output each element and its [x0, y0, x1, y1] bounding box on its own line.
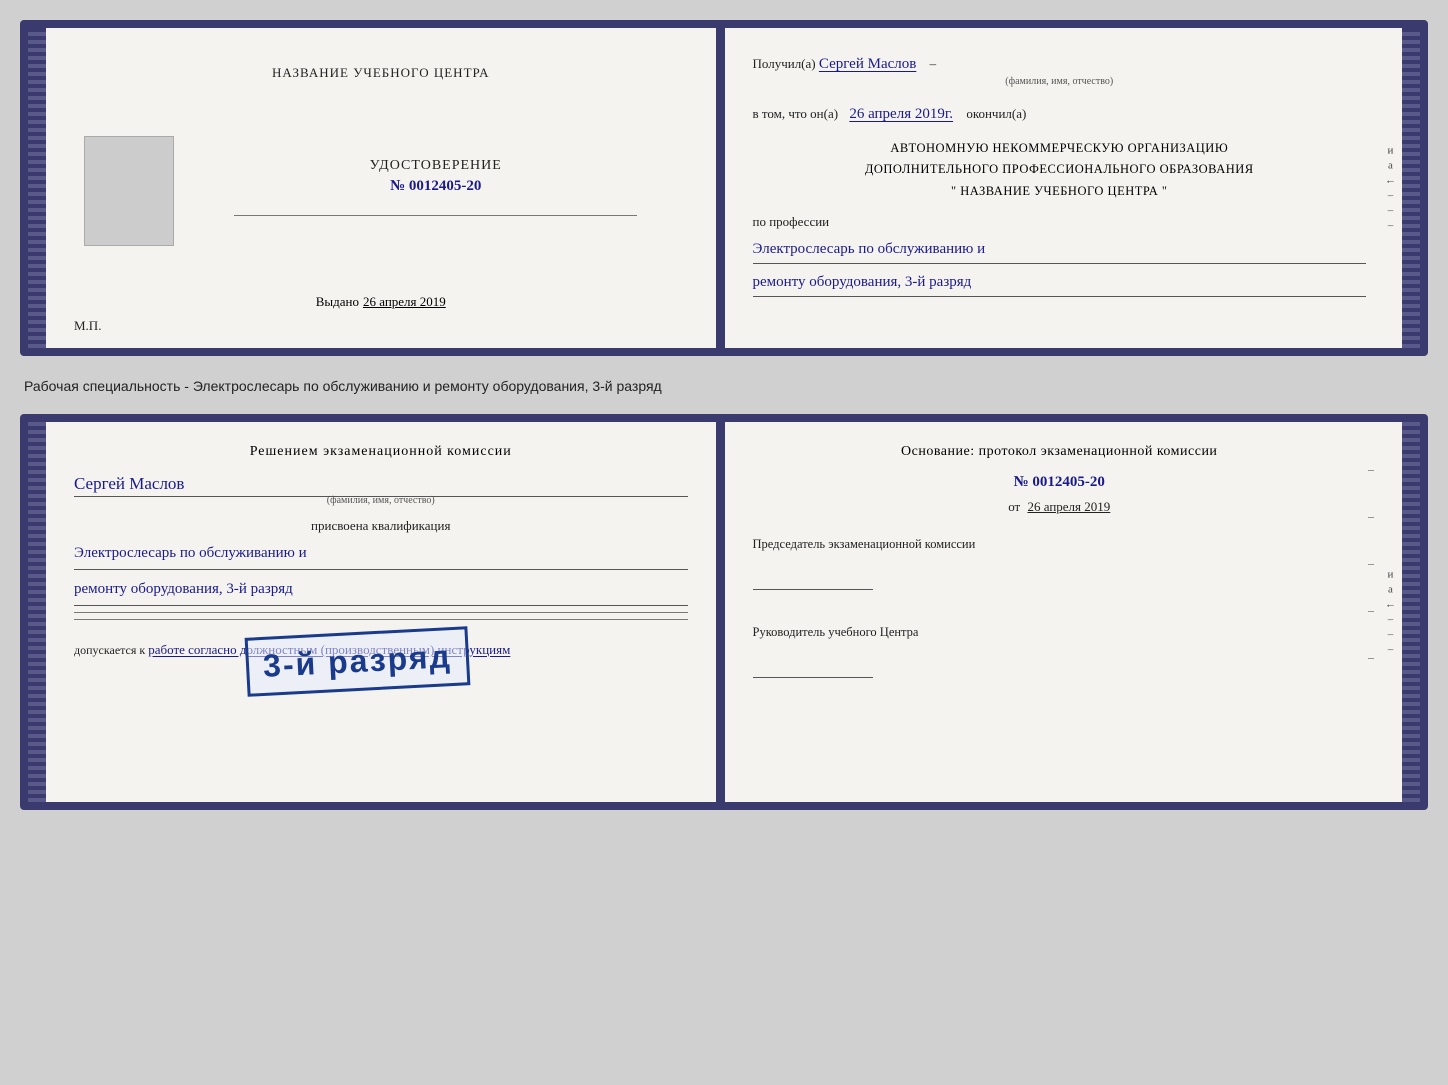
qualification-line2: ремонту оборудования, 3-й разряд [74, 576, 688, 606]
bottom-document-card: Решением экзаменационной комиссии Сергей… [20, 414, 1428, 810]
vtom-label: в том, что он(а) [753, 106, 839, 121]
photo-placeholder [84, 136, 174, 246]
resheniem-title: Решением экзаменационной комиссии [74, 444, 688, 460]
top-card-right-panel: Получил(а) Сергей Маслов – (фамилия, имя… [725, 28, 1403, 348]
protocol-date-value: 26 апреля 2019 [1027, 499, 1110, 514]
bottom-left-panel: Решением экзаменационной комиссии Сергей… [46, 422, 719, 802]
profession-line1: Электрослесарь по обслуживанию и [753, 237, 1367, 264]
right-dashes: – – – – – [1368, 462, 1374, 665]
udostoverenie-number: № 0012405-20 [390, 178, 481, 195]
between-label: Рабочая специальность - Электрослесарь п… [20, 374, 1428, 396]
bottom-right-binding [1402, 422, 1420, 802]
stamp-text: 3-й разряд [262, 638, 452, 685]
right-strip-labels: и а ← – – – [1385, 145, 1396, 232]
predsedatel-block: Председатель экзаменационной комиссии [753, 535, 1367, 599]
bottom-person-name: Сергей Маслов [74, 474, 688, 497]
bottom-left-binding [28, 422, 46, 802]
poluchil-label: Получил(а) [753, 56, 816, 71]
right-binding-strip [1402, 28, 1420, 348]
bottom-right-panel: Основание: протокол экзаменационной коми… [725, 422, 1403, 802]
org-name: " НАЗВАНИЕ УЧЕБНОГО ЦЕНТРА " [753, 181, 1367, 202]
poluchil-line: Получил(а) Сергей Маслов – (фамилия, имя… [753, 52, 1367, 90]
page-wrapper: НАЗВАНИЕ УЧЕБНОГО ЦЕНТРА УДОСТОВЕРЕНИЕ №… [20, 20, 1428, 810]
profession-block: по профессии Электрослесарь по обслужива… [753, 212, 1367, 297]
vydano-label: Выдано [316, 294, 359, 309]
top-card-left-panel: НАЗВАНИЕ УЧЕБНОГО ЦЕНТРА УДОСТОВЕРЕНИЕ №… [46, 28, 719, 348]
protocol-number: № 0012405-20 [753, 474, 1367, 491]
org-block: АВТОНОМНУЮ НЕКОММЕРЧЕСКУЮ ОРГАНИЗАЦИЮ ДО… [753, 138, 1367, 202]
org-line2: ДОПОЛНИТЕЛЬНОГО ПРОФЕССИОНАЛЬНОГО ОБРАЗО… [753, 159, 1367, 180]
fio-label: (фамилия, имя, отчество) [753, 74, 1367, 90]
mp-label: М.П. [74, 318, 101, 334]
top-left-center-title: НАЗВАНИЕ УЧЕБНОГО ЦЕНТРА [272, 65, 489, 81]
predsedatel-signature-line [753, 572, 873, 590]
rukovoditel-signature-line [753, 660, 873, 678]
vydano-date: 26 апреля 2019 [363, 294, 446, 309]
recipient-name: Сергей Маслов [819, 56, 916, 72]
bottom-right-strip-labels: и а ← – – – [1385, 569, 1396, 656]
stamp: 3-й разряд [245, 626, 471, 697]
osnov-label: Основание: протокол экзаменационной коми… [753, 444, 1367, 460]
bottom-fio-label: (фамилия, имя, отчество) [74, 495, 688, 506]
rukovoditel-block: Руководитель учебного Центра [753, 623, 1367, 687]
dopuskaetsya-label: допускается к [74, 643, 145, 657]
left-binding-strip [28, 28, 46, 348]
udostoverenie-section: УДОСТОВЕРЕНИЕ № 0012405-20 [184, 126, 688, 256]
okonchil-label: окончил(а) [966, 106, 1026, 121]
prisvoena-label: присвоена квалификация [74, 518, 688, 534]
org-line1: АВТОНОМНУЮ НЕКОММЕРЧЕСКУЮ ОРГАНИЗАЦИЮ [753, 138, 1367, 159]
rukovoditel-label: Руководитель учебного Центра [753, 623, 1367, 642]
udostoverenie-title: УДОСТОВЕРЕНИЕ [370, 158, 502, 174]
bottom-person-block: Сергей Маслов (фамилия, имя, отчество) [74, 474, 688, 506]
profession-line2: ремонту оборудования, 3-й разряд [753, 270, 1367, 297]
qualification-line1: Электрослесарь по обслуживанию и [74, 540, 688, 570]
po-professii-label: по профессии [753, 212, 1367, 233]
date-completed: 26 апреля 2019г. [849, 106, 953, 122]
top-document-card: НАЗВАНИЕ УЧЕБНОГО ЦЕНТРА УДОСТОВЕРЕНИЕ №… [20, 20, 1428, 356]
ot-label: от [1008, 499, 1020, 514]
vtom-line: в том, что он(а) 26 апреля 2019г. окончи… [753, 102, 1367, 126]
protocol-date: от 26 апреля 2019 [753, 499, 1367, 515]
predsedatel-label: Председатель экзаменационной комиссии [753, 535, 1367, 554]
qualification-block: Электрослесарь по обслуживанию и ремонту… [74, 540, 688, 606]
